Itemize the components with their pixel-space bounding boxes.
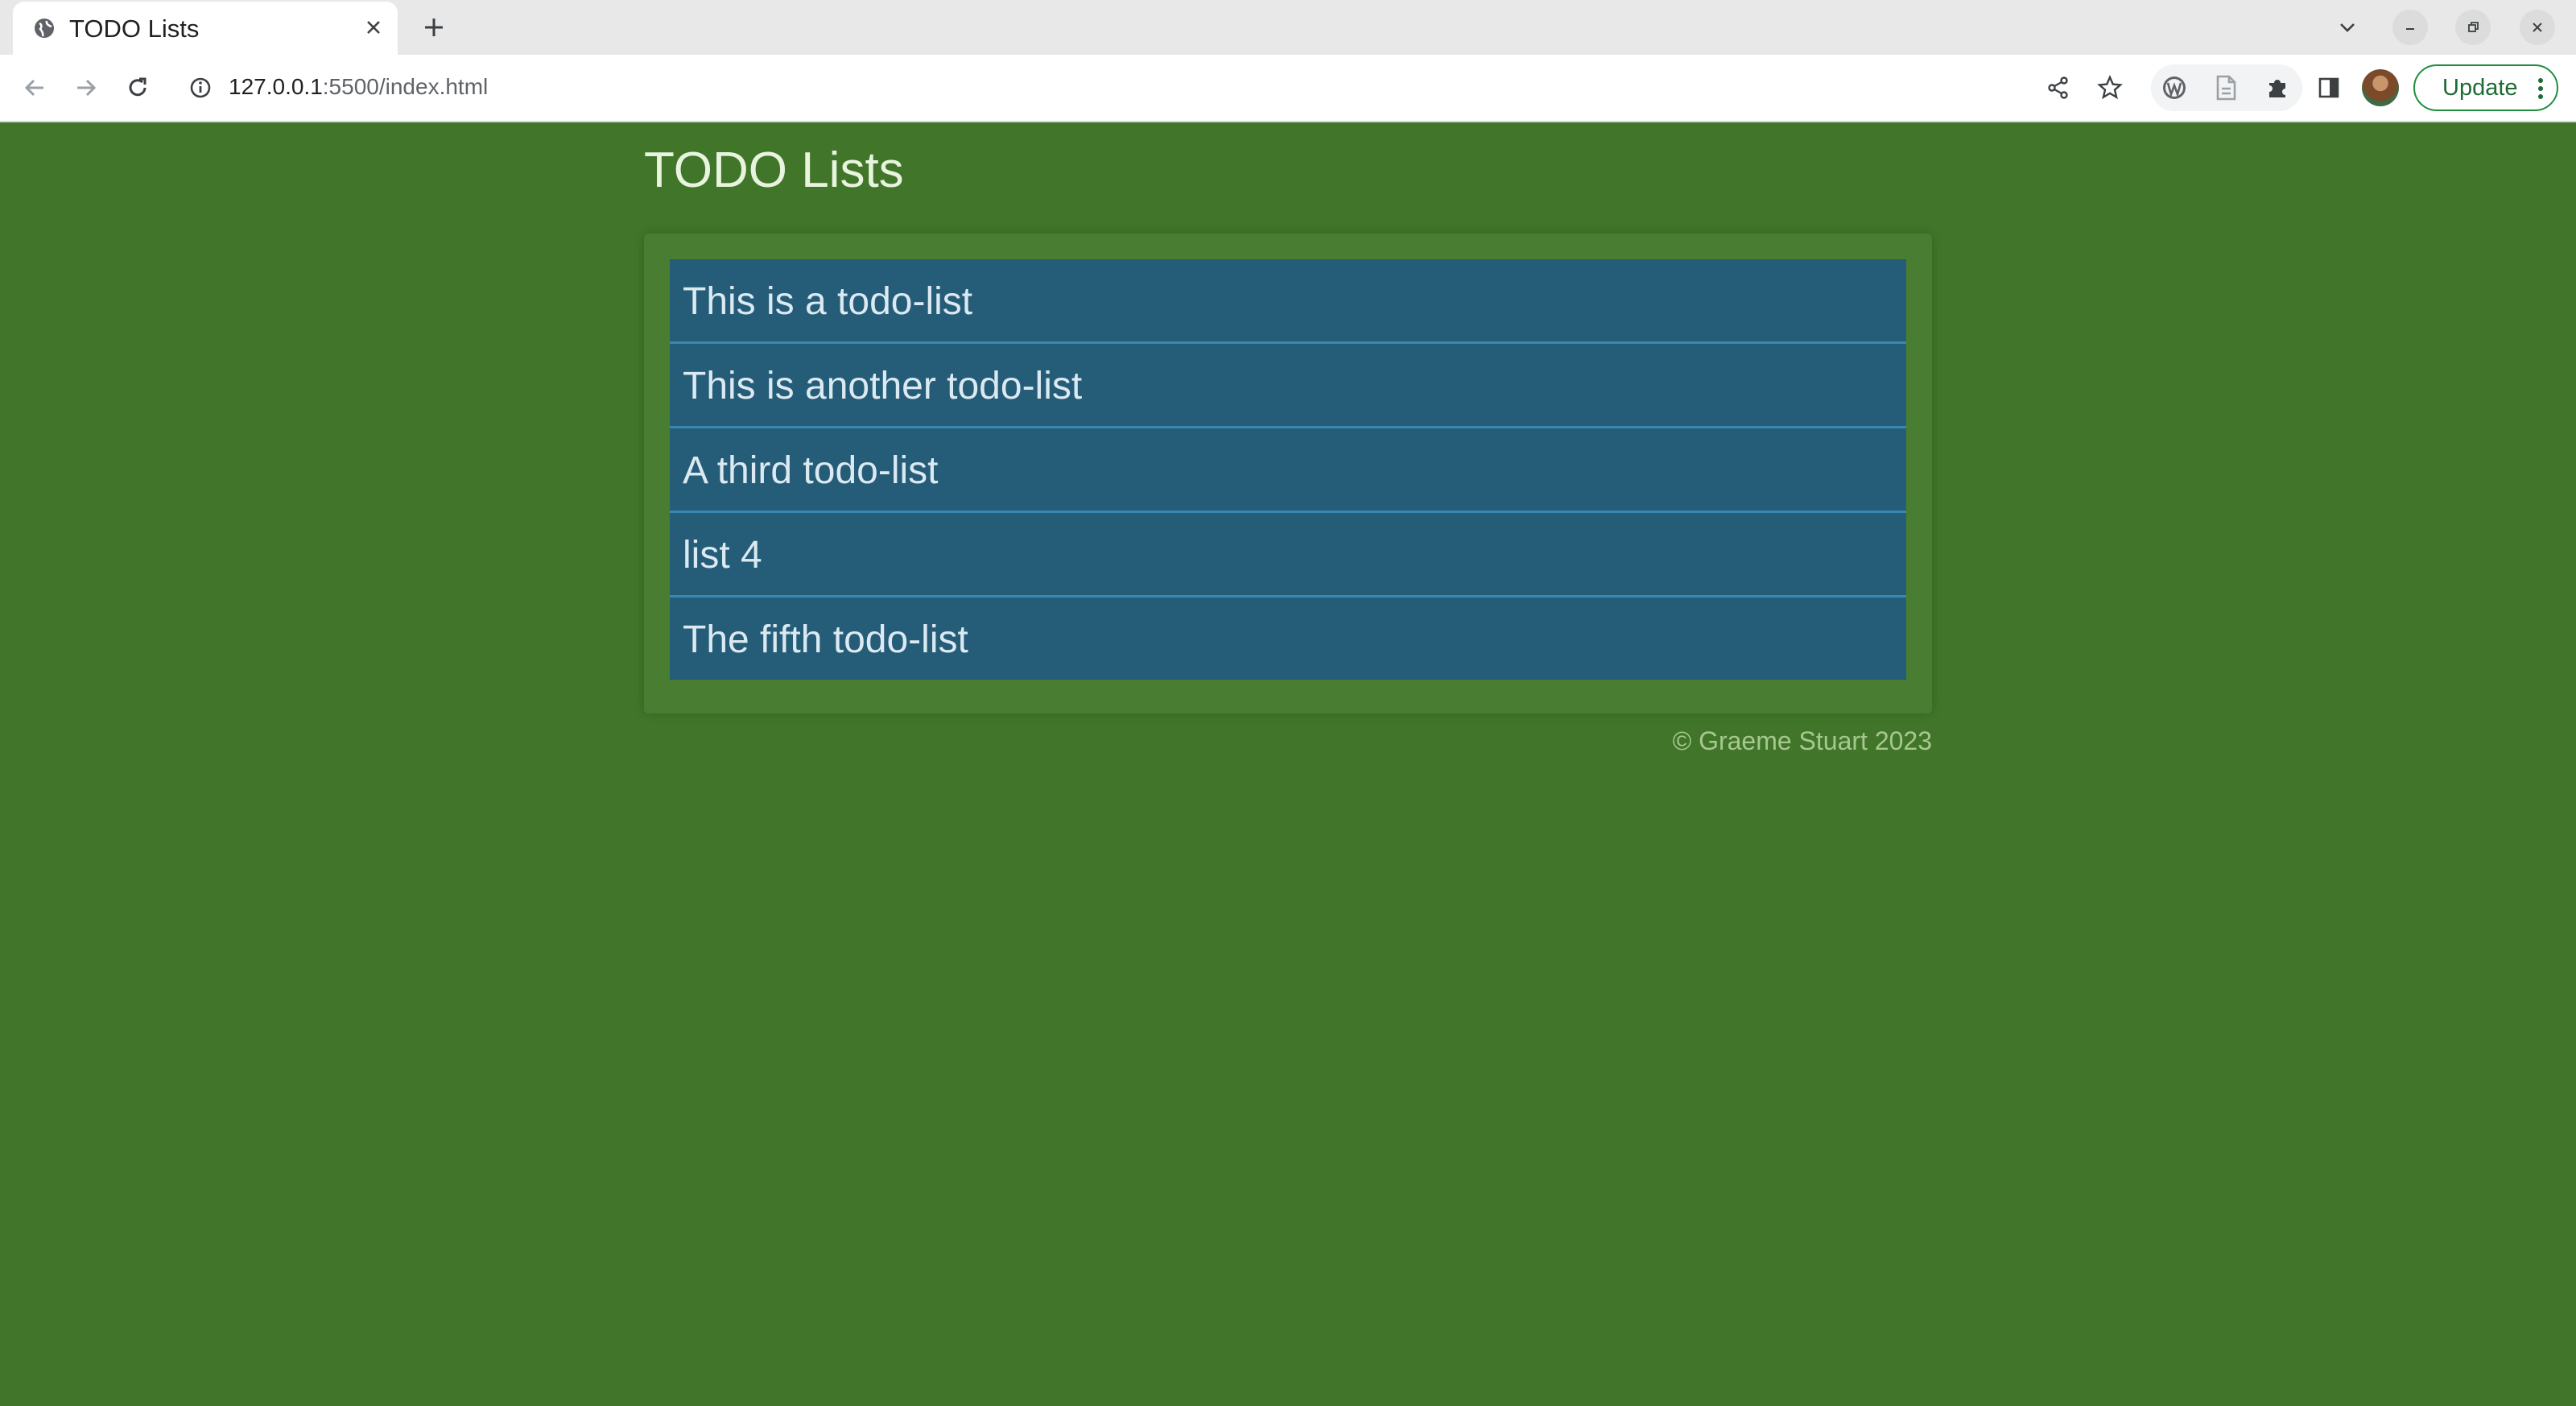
extensions-group <box>2151 64 2302 111</box>
update-button[interactable]: Update <box>2413 64 2558 111</box>
url-text[interactable]: 127.0.0.1:5500/index.html <box>229 74 488 100</box>
chevron-down-icon <box>2340 23 2355 32</box>
wordpress-icon <box>2163 77 2186 99</box>
browser-tab-strip: TODO Lists <box>0 0 2576 55</box>
window-close-button[interactable] <box>2520 10 2555 45</box>
profile-avatar[interactable] <box>2362 69 2399 106</box>
star-icon <box>2097 75 2123 100</box>
new-tab-button[interactable] <box>415 11 452 43</box>
todo-list-item[interactable]: This is another todo-list <box>670 344 1906 428</box>
todo-list-item[interactable]: list 4 <box>670 513 1906 598</box>
todo-lists: This is a todo-list This is another todo… <box>670 259 1906 680</box>
share-icon <box>2048 77 2068 99</box>
puzzle-icon <box>2269 80 2285 97</box>
wordpress-extension-button[interactable] <box>2154 68 2194 108</box>
browser-toolbar: 127.0.0.1:5500/index.html Update <box>0 55 2576 122</box>
share-button[interactable] <box>2038 68 2079 108</box>
reload-icon <box>129 77 147 97</box>
minimize-button[interactable] <box>2392 10 2428 45</box>
url-host: 127.0.0.1 <box>229 74 323 99</box>
extensions-button[interactable] <box>2257 68 2297 108</box>
copyright-footer: © Graeme Stuart 2023 <box>1672 726 1932 755</box>
minimize-icon <box>2406 28 2414 30</box>
side-panel-button[interactable] <box>2309 68 2349 108</box>
forward-button[interactable] <box>66 68 106 108</box>
back-arrow-icon <box>24 79 43 97</box>
restore-icon <box>2468 22 2479 32</box>
bookmark-button[interactable] <box>2090 68 2130 108</box>
tab-title: TODO Lists <box>69 14 200 43</box>
todo-list-item[interactable]: The fifth todo-list <box>670 598 1906 680</box>
browser-tab[interactable]: TODO Lists <box>13 2 398 55</box>
update-label: Update <box>2442 74 2518 101</box>
document-icon <box>2216 75 2236 101</box>
document-extension-button[interactable] <box>2206 68 2246 108</box>
todo-lists-card: This is a todo-list This is another todo… <box>644 234 1932 713</box>
kebab-menu-icon <box>2538 78 2543 99</box>
plus-icon <box>425 19 443 36</box>
tab-search-button[interactable] <box>2330 10 2365 45</box>
back-button[interactable] <box>14 68 55 108</box>
page-title: TODO Lists <box>644 143 904 198</box>
reload-button[interactable] <box>118 68 158 108</box>
close-icon <box>367 21 380 34</box>
forward-arrow-icon <box>77 79 97 97</box>
restore-button[interactable] <box>2455 10 2491 45</box>
side-panel-icon <box>2318 77 2339 98</box>
tab-close-button[interactable] <box>359 13 388 42</box>
address-bar[interactable]: 127.0.0.1:5500/index.html <box>175 64 2140 111</box>
todo-list-item[interactable]: This is a todo-list <box>670 259 1906 344</box>
url-path: :5500/index.html <box>322 74 489 99</box>
info-icon[interactable] <box>188 76 213 100</box>
globe-icon <box>35 19 54 38</box>
close-icon <box>2533 23 2542 32</box>
todo-list-item[interactable]: A third todo-list <box>670 428 1906 513</box>
